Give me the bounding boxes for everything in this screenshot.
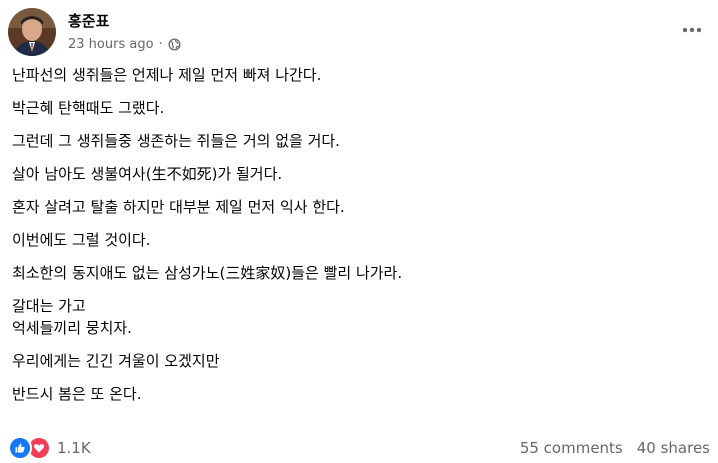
reaction-count: 1.1K — [57, 439, 91, 457]
globe-icon[interactable] — [168, 37, 181, 51]
post-text: 난파선의 생쥐들은 언제나 제일 먼저 빠져 나간다. 박근혜 탄핵때도 그랬다… — [12, 64, 706, 416]
engagement-counts: 55 comments 40 shares — [520, 434, 710, 462]
post-paragraph: 이번에도 그럴 것이다. — [12, 231, 151, 249]
post-paragraph: 갈대는 가고 억세들끼리 뭉치자. — [12, 297, 132, 337]
post-paragraph: 그런데 그 생쥐들중 생존하는 쥐들은 거의 없을 거다. — [12, 132, 340, 150]
shares-count-link[interactable]: 40 shares — [637, 439, 710, 457]
post-header: 홍준표 23 hours ago · — [8, 8, 718, 56]
post-paragraph: 최소한의 동지애도 없는 삼성가노(三姓家奴)들은 빨리 나가라. — [12, 264, 403, 282]
post-meta: 23 hours ago · — [68, 35, 181, 53]
post-paragraph: 우리에게는 긴긴 겨울이 오겠지만 — [12, 352, 220, 370]
reactions-summary[interactable]: 1.1K — [8, 436, 91, 460]
post-paragraph: 난파선의 생쥐들은 언제나 제일 먼저 빠져 나간다. — [12, 66, 322, 84]
more-horizontal-icon — [682, 27, 702, 33]
facebook-post: 홍준표 23 hours ago · 난파선의 생쥐들은 언제나 제일 먼저 빠… — [0, 0, 718, 463]
post-paragraph: 살아 남아도 생불여사(生不如死)가 될거다. — [12, 165, 283, 183]
post-paragraph: 반드시 봄은 또 온다. — [12, 385, 142, 403]
author-name[interactable]: 홍준표 — [68, 11, 109, 31]
comments-count-link[interactable]: 55 comments — [520, 439, 623, 457]
post-timestamp[interactable]: 23 hours ago — [68, 37, 154, 52]
more-options-button[interactable] — [674, 12, 710, 48]
post-paragraph: 혼자 살려고 탈출 하지만 대부분 제일 먼저 익사 한다. — [12, 198, 345, 216]
avatar[interactable] — [8, 8, 56, 56]
post-footer: 1.1K 55 comments 40 shares — [8, 434, 718, 462]
post-paragraph: 박근혜 탄핵때도 그랬다. — [12, 99, 165, 117]
meta-separator: · — [158, 36, 163, 52]
like-icon — [8, 436, 32, 460]
